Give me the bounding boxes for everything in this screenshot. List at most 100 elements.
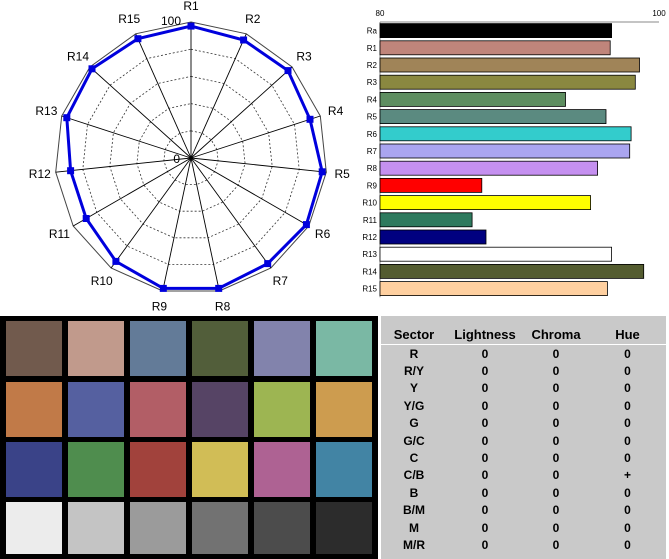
bar-category-label: R9 (367, 181, 378, 190)
bar (379, 92, 566, 107)
radar-axis-label: R7 (273, 274, 289, 288)
bar-category-label: R14 (362, 267, 377, 276)
radar-point (134, 35, 142, 43)
bar-category-label: R13 (362, 250, 377, 259)
sector-cell: R/Y (403, 364, 424, 379)
bar-category-label: R4 (367, 95, 378, 104)
color-swatch (316, 382, 372, 437)
radar-axis-label: R11 (49, 227, 70, 241)
bar-category-label: R7 (367, 147, 378, 156)
radar-axis-label: R10 (91, 274, 113, 288)
radar-max-label: 100 (161, 14, 181, 28)
color-swatch (6, 502, 62, 554)
table-row: Y 0 0 0 (381, 380, 666, 397)
chroma-cell: 0 (552, 503, 560, 518)
bar (379, 177, 483, 193)
sector-cell: Y (409, 381, 418, 396)
bar (379, 246, 613, 262)
color-swatch (130, 442, 186, 497)
radar-point (67, 167, 75, 175)
color-swatch (192, 321, 248, 376)
sector-table-panel: Sector Lightness Chroma Hue R 0 0 0 R/Y 0 0 0 Y 0… (381, 316, 666, 559)
sector-cell: C/B (403, 468, 425, 483)
lightness-cell: 0 (481, 537, 489, 552)
color-swatch (6, 382, 62, 437)
lightness-cell: 0 (481, 433, 489, 448)
bar (379, 109, 607, 124)
chroma-cell: 0 (552, 433, 560, 448)
radar-chart: R1 R2 R3 R4 R5 R6 R7 R8 R9 R10 R11 R12 R13 R14 R15 100 0 (29, 0, 350, 312)
bar-category-label: R2 (367, 61, 378, 70)
table-row: M 0 0 0 (381, 519, 666, 536)
radar-spoke (89, 66, 192, 159)
hue-cell: 0 (624, 485, 631, 500)
bar-category-label: R8 (367, 164, 378, 173)
chroma-cell: 0 (552, 346, 560, 361)
chroma-cell: 0 (552, 398, 560, 413)
sector-cell: B (409, 485, 419, 500)
radar-point (112, 257, 120, 265)
bar (379, 74, 636, 90)
chroma-cell: 0 (552, 537, 560, 552)
radar-axis-label: R13 (35, 104, 57, 118)
table-row: C 0 0 0 (381, 449, 666, 466)
radar-spoke (190, 66, 293, 159)
radar-spoke (190, 33, 247, 159)
chroma-cell: 0 (552, 364, 560, 379)
table-row: G 0 0 0 (381, 415, 666, 432)
radar-axis-label: R1 (183, 0, 199, 13)
lightness-cell: 0 (481, 468, 489, 483)
color-swatch (316, 502, 372, 554)
bar-category-label: Ra (367, 27, 378, 36)
sector-cell: G (409, 416, 419, 431)
color-swatch (192, 442, 248, 497)
sector-cell: Y/G (403, 398, 425, 413)
radar-point (187, 22, 195, 30)
color-swatch (192, 382, 248, 437)
table-row: C/B 0 0 + (381, 467, 666, 484)
radar-axis-label: R4 (328, 104, 344, 118)
sector-table-header: Sector Lightness Chroma Hue (381, 324, 666, 345)
bar-chart: 80 100 Ra R1 R2 R3 R4 R5 R6 R7 R8 R9 R10 R11 R12 R13 R14… (362, 9, 666, 298)
color-swatch (68, 502, 124, 554)
lightness-cell: 0 (481, 381, 489, 396)
chroma-cell: 0 (552, 485, 560, 500)
color-swatch (130, 321, 186, 376)
bar-tick-label-min: 80 (376, 9, 385, 18)
radar-point (318, 168, 326, 176)
bar (379, 281, 608, 297)
radar-spoke (190, 115, 321, 159)
sector-table: Sector Lightness Chroma Hue R 0 0 0 R/Y 0 0 0 Y 0… (381, 324, 666, 554)
radar-point (159, 284, 167, 292)
hue-cell: 0 (624, 381, 631, 396)
bar (379, 195, 592, 211)
hue-cell: 0 (624, 416, 631, 431)
hue-cell: 0 (624, 520, 631, 535)
hue-cell: 0 (624, 398, 631, 413)
chroma-cell: 0 (552, 520, 560, 535)
table-row: M/R 0 0 0 (381, 536, 666, 553)
bar (379, 212, 473, 228)
bar (379, 23, 613, 39)
table-row: R/Y 0 0 0 (381, 362, 666, 379)
color-swatch (68, 442, 124, 497)
color-swatch (130, 382, 186, 437)
hue-cell: 0 (624, 364, 631, 379)
bar-category-label: R11 (363, 216, 378, 225)
lightness-cell: 0 (481, 364, 489, 379)
header-sector: Sector (381, 324, 447, 345)
radar-axis-label: R6 (315, 227, 331, 241)
bar (379, 126, 632, 142)
sector-cell: M (409, 520, 419, 535)
color-swatch (254, 502, 310, 554)
color-swatch (6, 442, 62, 497)
bar-category-label: R3 (367, 78, 378, 87)
sector-cell: G/C (403, 433, 425, 448)
radar-spoke (135, 33, 192, 159)
table-row: R 0 0 0 (381, 345, 666, 363)
bar-category-label: R5 (367, 113, 378, 122)
radar-axis-label: R15 (118, 12, 140, 26)
bar (379, 143, 631, 159)
radar-axis-label: R2 (245, 12, 261, 26)
radar-point (302, 221, 310, 229)
